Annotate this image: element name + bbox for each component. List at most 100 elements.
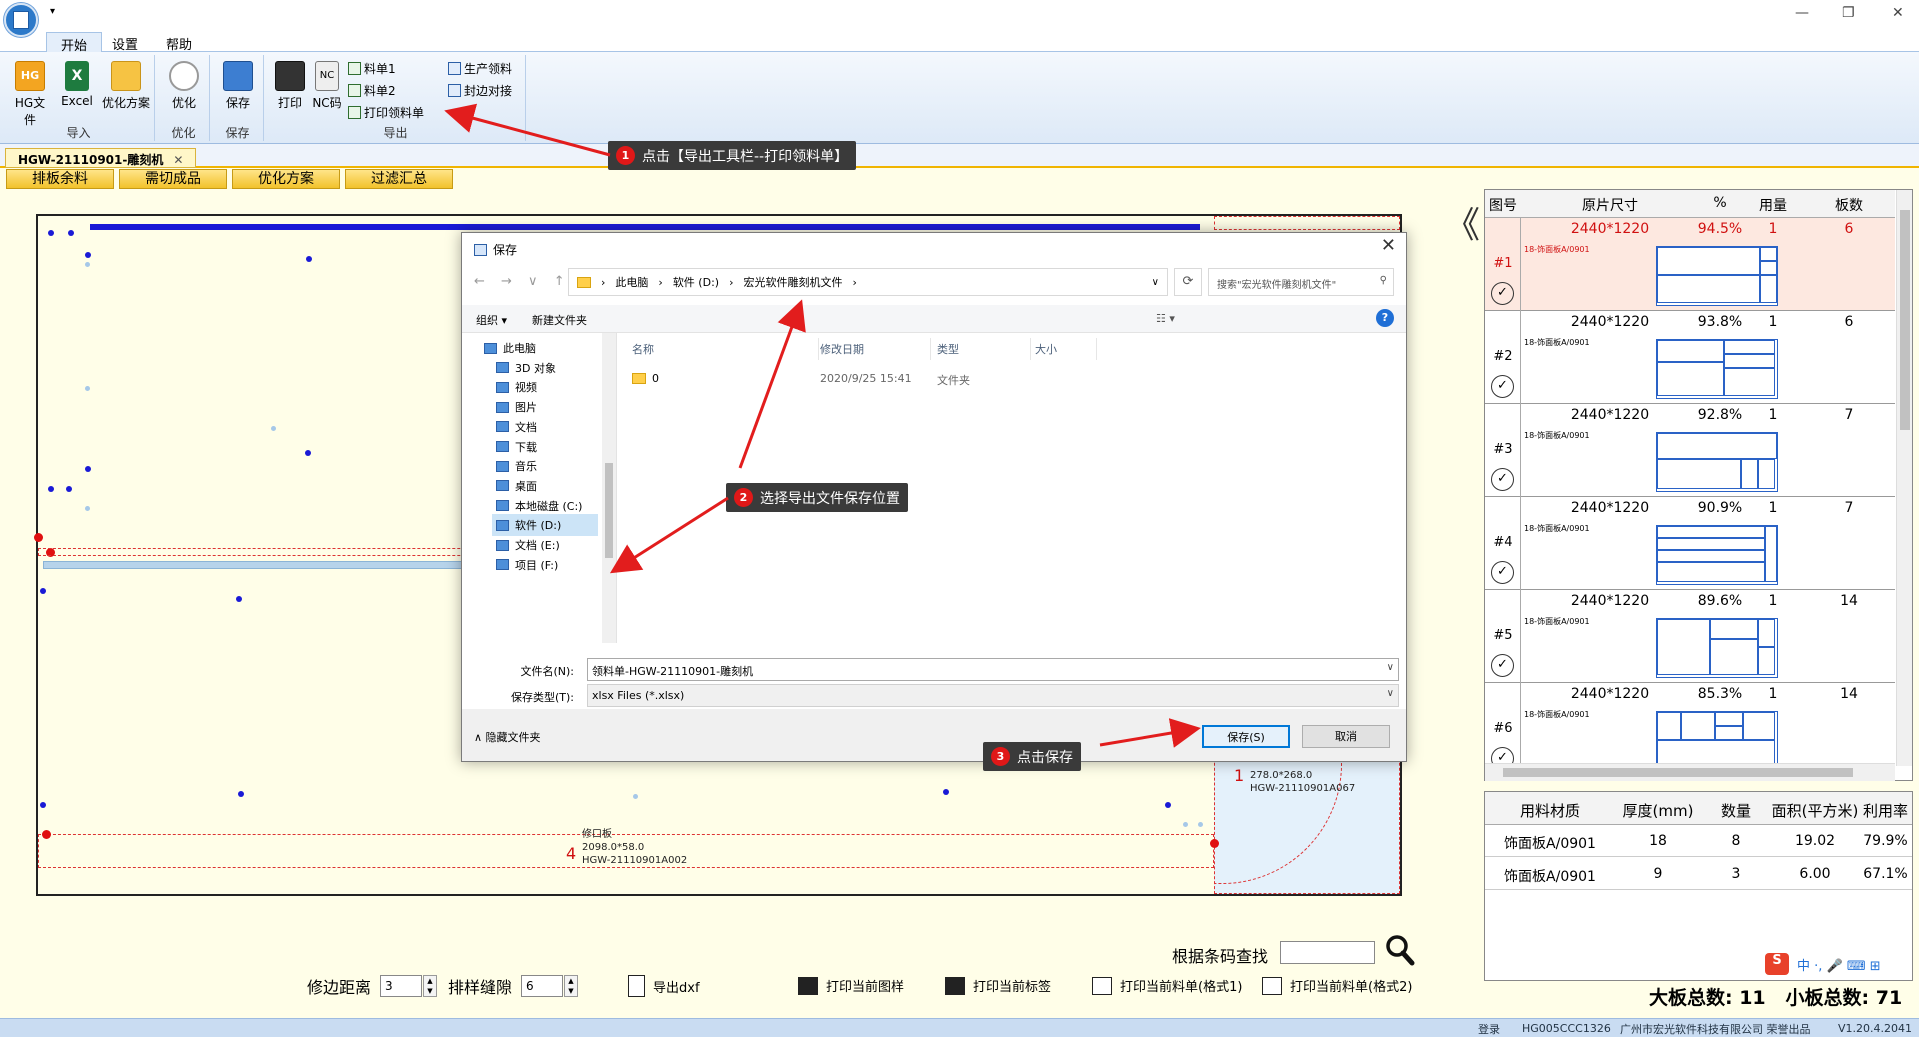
tab-remnant[interactable]: 排板余料	[6, 169, 114, 189]
sheet-thumbnail[interactable]	[1656, 618, 1778, 678]
print-button[interactable]: 打印	[272, 61, 308, 111]
sheet-list-vscroll[interactable]	[1896, 190, 1912, 766]
dialog-close-button[interactable]: ✕	[1381, 235, 1396, 256]
tree-drive-e[interactable]: 文档 (E:)	[492, 534, 598, 556]
sheet-thumbnail[interactable]	[1656, 339, 1778, 399]
check-circle-icon[interactable]: ✓	[1491, 375, 1514, 398]
tree-this-pc[interactable]: 此电脑	[480, 337, 598, 359]
sheet-thumbnail[interactable]	[1656, 432, 1778, 492]
filetype-select[interactable]: xlsx Files (*.xlsx) ∨	[587, 684, 1399, 707]
tree-music[interactable]: 音乐	[492, 455, 598, 477]
spinner-icon[interactable]: ▲ ▼	[564, 975, 578, 997]
check-circle-icon[interactable]: ✓	[1491, 654, 1514, 677]
sheet-thumbnail[interactable]	[1656, 711, 1778, 771]
app-menu-button[interactable]	[4, 3, 38, 37]
address-bar[interactable]: › 此电脑 › 软件 (D:) › 宏光软件雕刻机文件 › ∨	[568, 268, 1168, 296]
cancel-button[interactable]: 取消	[1302, 725, 1390, 748]
tree-videos[interactable]: 视频	[492, 376, 598, 398]
material-list2-button[interactable]: 料单2	[348, 82, 396, 99]
new-folder-button[interactable]: 新建文件夹	[532, 312, 587, 328]
tree-drive-c[interactable]: 本地磁盘 (C:)	[492, 495, 598, 517]
check-circle-icon[interactable]: ✓	[1491, 561, 1514, 584]
print-list2-button[interactable]: 打印当前料单(格式2)	[1262, 976, 1412, 995]
tab-start[interactable]: 开始	[46, 32, 103, 54]
check-circle-icon[interactable]: ✓	[1491, 282, 1514, 305]
scroll-thumb[interactable]	[605, 463, 613, 558]
tree-drive-f[interactable]: 项目 (F:)	[492, 554, 598, 576]
organize-menu[interactable]: 组织 ▾	[476, 312, 507, 328]
col-size[interactable]: 大小	[1035, 341, 1057, 357]
tree-downloads[interactable]: 下载	[492, 436, 598, 458]
col-date[interactable]: 修改日期	[820, 341, 864, 357]
restore-button[interactable]: ❐	[1842, 5, 1855, 21]
optimize-button[interactable]: 优化	[166, 61, 202, 111]
breadcrumb-drive[interactable]: 软件 (D:)	[673, 274, 719, 290]
print-pattern-button[interactable]: 打印当前图样	[798, 976, 904, 995]
layout-gap-input[interactable]: 6 ▲ ▼	[521, 975, 578, 997]
sheet-list-hscroll[interactable]	[1485, 763, 1895, 781]
collapse-panel-icon[interactable]: 《	[1444, 196, 1480, 248]
tree-desktop[interactable]: 桌面	[492, 475, 598, 497]
close-button[interactable]: ✕	[1892, 5, 1904, 21]
barcode-search-input[interactable]	[1280, 941, 1375, 964]
edge-banding-button[interactable]: 封边对接	[448, 82, 512, 99]
col-type[interactable]: 类型	[937, 341, 959, 357]
nav-buttons[interactable]: ← → ∨ ↑	[474, 274, 565, 289]
hg-file-button[interactable]: HG HG文件	[9, 61, 51, 128]
sheet-thumbnail[interactable]	[1656, 525, 1778, 585]
check-circle-icon[interactable]: ✓	[1491, 468, 1514, 491]
folder-search-input[interactable]: 搜索"宏光软件雕刻机文件" ⚲	[1208, 268, 1394, 296]
print-list1-button[interactable]: 打印当前料单(格式1)	[1092, 976, 1242, 995]
tab-settings[interactable]: 设置	[98, 32, 152, 53]
sheet-row[interactable]: #2 ✓ 2440*1220 93.8% 1 6 18-饰面板A/0901	[1485, 311, 1895, 404]
save-button[interactable]: 保存	[220, 61, 256, 111]
tab-cut-products[interactable]: 需切成品	[119, 169, 227, 189]
edge-distance-input[interactable]: 3 ▲ ▼	[380, 975, 437, 997]
sheet-row[interactable]: #4 ✓ 2440*1220 90.9% 1 7 18-饰面板A/0901	[1485, 497, 1895, 590]
print-label-button[interactable]: 打印当前标签	[945, 976, 1051, 995]
save-button[interactable]: 保存(S)	[1202, 725, 1290, 748]
search-icon[interactable]	[1385, 933, 1415, 967]
nc-code-button[interactable]: NC NC码	[311, 61, 343, 111]
tree-scrollbar[interactable]	[602, 333, 616, 643]
sheet-row[interactable]: #5 ✓ 2440*1220 89.6% 1 14 18-饰面板A/0901	[1485, 590, 1895, 683]
col-name[interactable]: 名称	[632, 341, 654, 357]
optimize-group-label: 优化	[171, 126, 196, 140]
tree-3d-objects[interactable]: 3D 对象	[492, 357, 598, 379]
tree-drive-d[interactable]: 软件 (D:)	[492, 514, 598, 537]
login-status[interactable]: 登录	[1478, 1021, 1500, 1037]
scroll-thumb[interactable]	[1900, 210, 1910, 430]
tab-opt-plan[interactable]: 优化方案	[232, 169, 340, 189]
quick-access-dropdown[interactable]: ▾	[50, 6, 55, 17]
view-options-icon[interactable]: ☷ ▾	[1156, 312, 1175, 325]
chevron-down-icon[interactable]: ∨	[1387, 688, 1394, 699]
document-tab[interactable]: HGW-21110901-雕刻机 ✕	[5, 148, 197, 168]
spinner-icon[interactable]: ▲ ▼	[423, 975, 437, 997]
tree-documents[interactable]: 文档	[492, 416, 598, 438]
material-list1-button[interactable]: 料单1	[348, 60, 396, 77]
file-list-item[interactable]: 0 2020/9/25 15:41 文件夹	[632, 369, 1392, 389]
chevron-down-icon[interactable]: ∨	[1387, 662, 1394, 673]
ime-toolbar[interactable]: S 中 ·, 🎤 ⌨ ⊞	[1765, 952, 1915, 976]
print-picking-list-button[interactable]: 打印领料单	[348, 104, 424, 121]
hide-folders-toggle[interactable]: ∧ 隐藏文件夹	[474, 729, 541, 745]
tab-filter-summary[interactable]: 过滤汇总	[345, 169, 453, 189]
filename-input[interactable]: 领料单-HGW-21110901-雕刻机 ∨	[587, 658, 1399, 681]
scroll-thumb[interactable]	[1503, 768, 1853, 777]
opt-plan-button[interactable]: 优化方案	[99, 61, 153, 111]
tree-pictures[interactable]: 图片	[492, 396, 598, 418]
sheet-row[interactable]: #1 ✓ 2440*1220 94.5% 1 6 18-饰面板A/0901	[1485, 218, 1895, 311]
export-dxf-button[interactable]: 导出dxf	[628, 975, 700, 997]
production-picking-button[interactable]: 生产领料	[448, 60, 512, 77]
tab-help[interactable]: 帮助	[152, 32, 206, 53]
chevron-down-icon[interactable]: ∨	[1152, 277, 1159, 288]
minimize-button[interactable]: —	[1795, 5, 1809, 21]
sheet-row[interactable]: #3 ✓ 2440*1220 92.8% 1 7 18-饰面板A/0901	[1485, 404, 1895, 497]
help-icon[interactable]: ?	[1376, 309, 1394, 327]
breadcrumb-folder[interactable]: 宏光软件雕刻机文件	[743, 274, 842, 290]
refresh-button[interactable]: ⟳	[1174, 268, 1202, 296]
sheet-thumbnail[interactable]	[1656, 246, 1778, 306]
excel-button[interactable]: X Excel	[58, 61, 96, 108]
close-tab-icon[interactable]: ✕	[173, 153, 183, 167]
breadcrumb-pc[interactable]: 此电脑	[615, 274, 648, 290]
